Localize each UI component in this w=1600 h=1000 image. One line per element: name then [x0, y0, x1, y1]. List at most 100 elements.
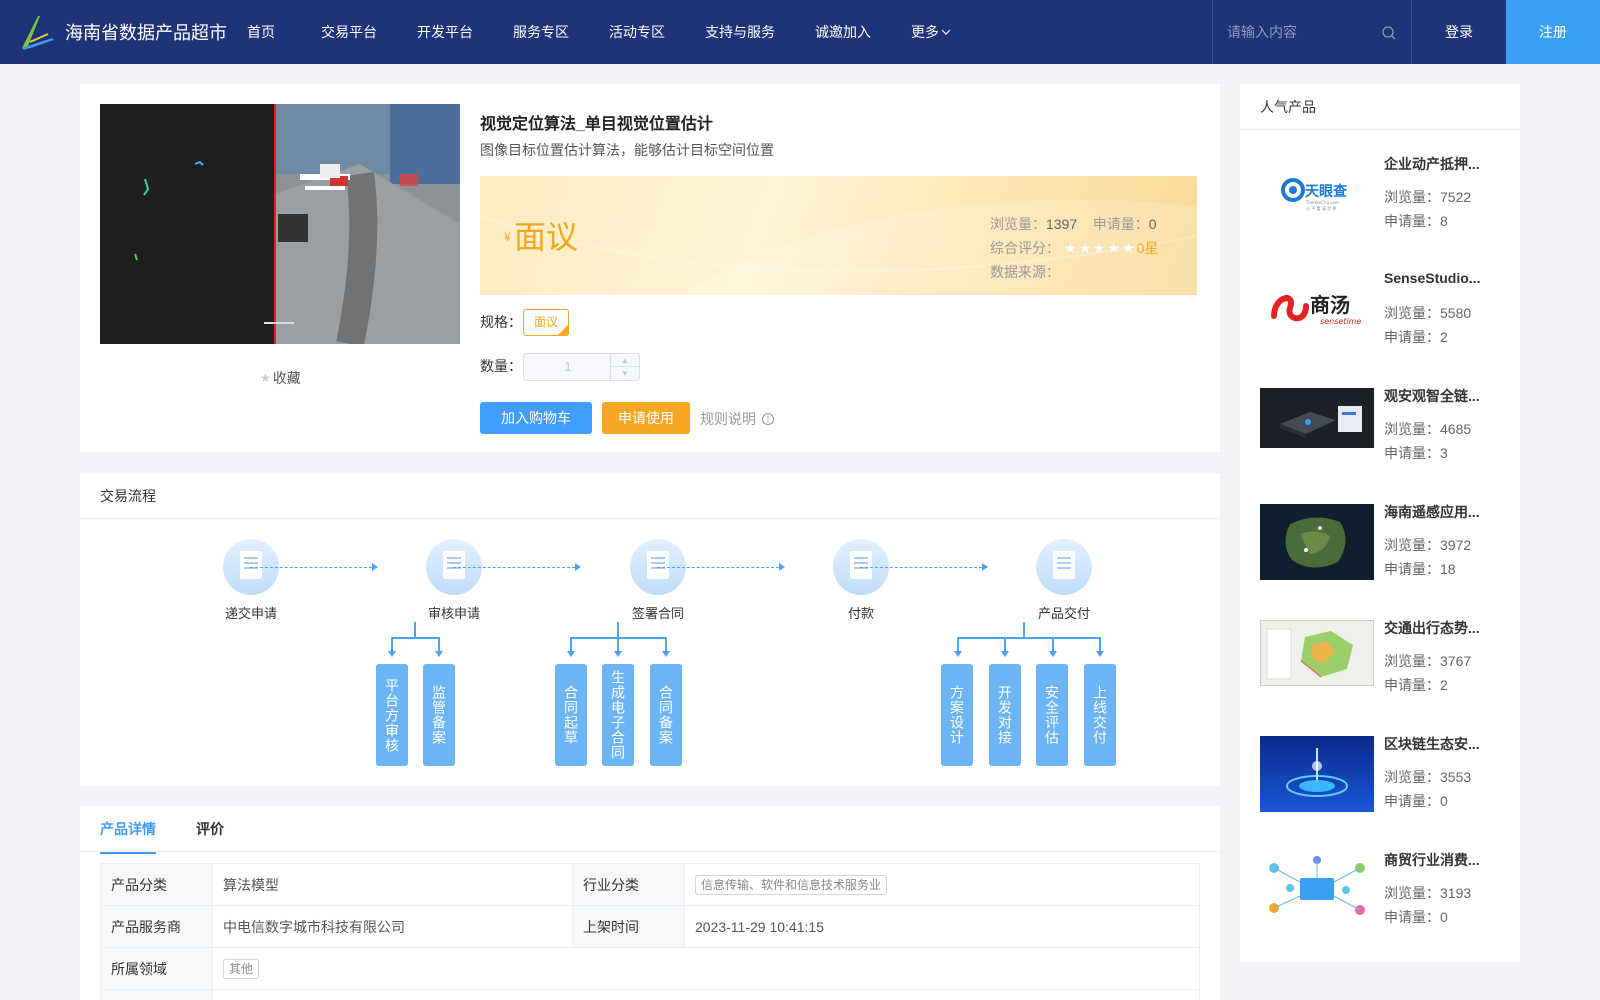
- popular-item-applies: 申请量：2: [1384, 677, 1448, 693]
- popular-item-title[interactable]: 观安观智全链...: [1384, 386, 1494, 406]
- flow-arrow: [860, 563, 988, 571]
- product-detail-card: 产品详情 评价 产品分类 算法模型 行业分类 信息传输、软件和信息技术服务业 产…: [80, 806, 1220, 1000]
- popular-item[interactable]: 区块链生态安... 浏览量：3553 申请量：0: [1260, 736, 1510, 826]
- sub-step-solution-design: 方案设计: [941, 664, 973, 766]
- step-label: 产品交付: [1037, 606, 1090, 621]
- branch-line: [570, 637, 572, 651]
- popular-item-title[interactable]: 海南遥感应用...: [1384, 502, 1494, 522]
- branch-line: [438, 637, 440, 651]
- popular-item-title[interactable]: SenseStudio...: [1384, 270, 1494, 286]
- quantity-label: 数量：: [480, 358, 522, 374]
- register-button[interactable]: 注册: [1506, 0, 1600, 64]
- nav-more[interactable]: 更多: [911, 0, 951, 64]
- views-count: 1397: [1046, 216, 1078, 232]
- table-value: 中电信数字城市科技有限公司: [212, 905, 573, 948]
- nav-dev-platform[interactable]: 开发平台: [417, 0, 473, 64]
- flow-arrow: [453, 563, 581, 571]
- spec-option[interactable]: 面议: [523, 309, 569, 336]
- nav-trading-platform[interactable]: 交易平台: [321, 0, 377, 64]
- product-image[interactable]: [100, 104, 460, 344]
- sub-step-regulatory-filing: 监管备案: [423, 664, 455, 766]
- price-value: 面议: [514, 219, 579, 255]
- detail-tabs: 产品详情 评价: [80, 806, 1220, 854]
- nav-support[interactable]: 支持与服务: [705, 0, 775, 64]
- blockchain-thumbnail-icon: [1260, 736, 1374, 812]
- popular-item[interactable]: 商贸行业消费... 浏览量：3193 申请量：0: [1260, 852, 1510, 942]
- tab-product-detail[interactable]: 产品详情: [100, 806, 156, 854]
- top-header: 海南省数据产品超市 首页 交易平台 开发平台 服务专区 活动专区 支持与服务 诚…: [0, 0, 1600, 64]
- sub-step-platform-review: 平台方审核: [376, 664, 408, 766]
- branch-line: [391, 637, 439, 639]
- nav-more-label: 更多: [911, 24, 939, 40]
- login-button[interactable]: 登录: [1412, 0, 1506, 64]
- popular-item-applies: 申请量：2: [1384, 329, 1448, 345]
- rules-label: 规则说明: [700, 411, 756, 427]
- table-row: 产品分类 算法模型 行业分类 信息传输、软件和信息技术服务业: [100, 863, 1200, 906]
- nav-activity-zone[interactable]: 活动专区: [609, 0, 665, 64]
- brand-name[interactable]: 海南省数据产品超市: [65, 0, 227, 66]
- satellite-map-thumbnail-icon: [1260, 504, 1374, 580]
- step-payment: 付款: [821, 539, 901, 622]
- branch-line: [414, 622, 416, 638]
- tab-reviews[interactable]: 评价: [196, 806, 224, 852]
- popular-item-title[interactable]: 商贸行业消费...: [1384, 850, 1494, 870]
- site-logo-icon[interactable]: [18, 12, 58, 52]
- popular-item[interactable]: 商汤 sensetime SenseStudio... 浏览量：5580 申请量…: [1260, 270, 1510, 362]
- popular-item-views: 浏览量：3972: [1384, 537, 1472, 553]
- add-to-cart-button[interactable]: 加入购物车: [480, 402, 592, 434]
- table-key: [100, 989, 213, 1000]
- applies-label: 申请量：: [1092, 216, 1149, 232]
- nav-home[interactable]: 首页: [247, 0, 275, 64]
- popular-item[interactable]: 观安观智全链... 浏览量：4685 申请量：3: [1260, 388, 1510, 478]
- popular-item-title[interactable]: 企业动产抵押...: [1384, 154, 1494, 174]
- sub-step-launch-delivery: 上线交付: [1084, 664, 1116, 766]
- popular-item-views: 浏览量：3767: [1384, 653, 1472, 669]
- branch-line: [665, 637, 667, 651]
- rules-link[interactable]: 规则说明 !: [700, 409, 774, 429]
- popular-item-applies: 申请量：0: [1384, 793, 1448, 809]
- quantity-value[interactable]: 1: [524, 354, 612, 380]
- table-key: 所属领域: [100, 947, 213, 990]
- step-label: 审核申请: [427, 606, 480, 621]
- table-key: 上架时间: [572, 905, 685, 948]
- search-input[interactable]: [1227, 20, 1377, 44]
- popular-item-applies: 申请量：8: [1384, 213, 1448, 229]
- branch-line: [1023, 622, 1025, 638]
- sub-step-security-assessment: 安全评估: [1036, 664, 1068, 766]
- flow-arrow: [657, 563, 785, 571]
- step-submit: 递交申请: [211, 539, 291, 622]
- branch-line: [617, 637, 619, 651]
- popular-item[interactable]: 天眼查 TianYanCha.com 公 平 看 清 世 界 企业动产抵押...…: [1260, 156, 1510, 246]
- logo-sub: sensetime: [1320, 317, 1361, 326]
- views-label: 浏览量：: [990, 216, 1046, 232]
- apply-button[interactable]: 申请使用: [602, 402, 690, 434]
- branch-line: [1052, 637, 1054, 651]
- table-row: 产品服务商 中电信数字城市科技有限公司 上架时间 2023-11-29 10:4…: [100, 905, 1200, 948]
- industry-tag: 信息传输、软件和信息技术服务业: [695, 874, 888, 895]
- increment-icon[interactable]: ▲: [611, 354, 639, 367]
- table-key: 产品服务商: [100, 905, 213, 948]
- decrement-icon[interactable]: ▼: [611, 367, 639, 380]
- price-panel: ¥ 面议 浏览量：1397 申请量：0 综合评分： ★★★★★0星 数据来源：: [480, 176, 1197, 295]
- popular-item-title[interactable]: 交通出行态势...: [1384, 618, 1494, 638]
- popular-item[interactable]: 交通出行态势... 浏览量：3767 申请量：2: [1260, 620, 1510, 710]
- logo-sub2: 公 平 看 清 世 界: [1306, 205, 1336, 211]
- arrow-down-icon: [1049, 651, 1057, 657]
- quantity-stepper[interactable]: 1 ▲ ▼: [523, 353, 640, 381]
- product-subtitle: 图像目标位置估计算法，能够估计目标空间位置: [480, 142, 774, 158]
- table-key: 产品分类: [100, 863, 213, 906]
- search-icon[interactable]: [1381, 25, 1397, 41]
- step-label: 付款: [847, 606, 874, 621]
- nav-join[interactable]: 诚邀加入: [815, 0, 871, 64]
- popular-item-title[interactable]: 区块链生态安...: [1384, 734, 1494, 754]
- traffic-map-thumbnail-icon: [1260, 620, 1374, 686]
- popular-item-views: 浏览量：7522: [1384, 189, 1472, 205]
- quantity-arrows: ▲ ▼: [610, 354, 639, 380]
- nav-service-zone[interactable]: 服务专区: [513, 0, 569, 64]
- arrow-down-icon: [954, 651, 962, 657]
- arrow-down-icon: [662, 651, 670, 657]
- favorite-button[interactable]: ★ 收藏: [260, 368, 301, 388]
- popular-item[interactable]: 海南遥感应用... 浏览量：3972 申请量：18: [1260, 504, 1510, 594]
- search-box: [1212, 0, 1412, 64]
- tianyancha-logo-icon: 天眼查 TianYanCha.com 公 平 看 清 世 界: [1260, 156, 1374, 232]
